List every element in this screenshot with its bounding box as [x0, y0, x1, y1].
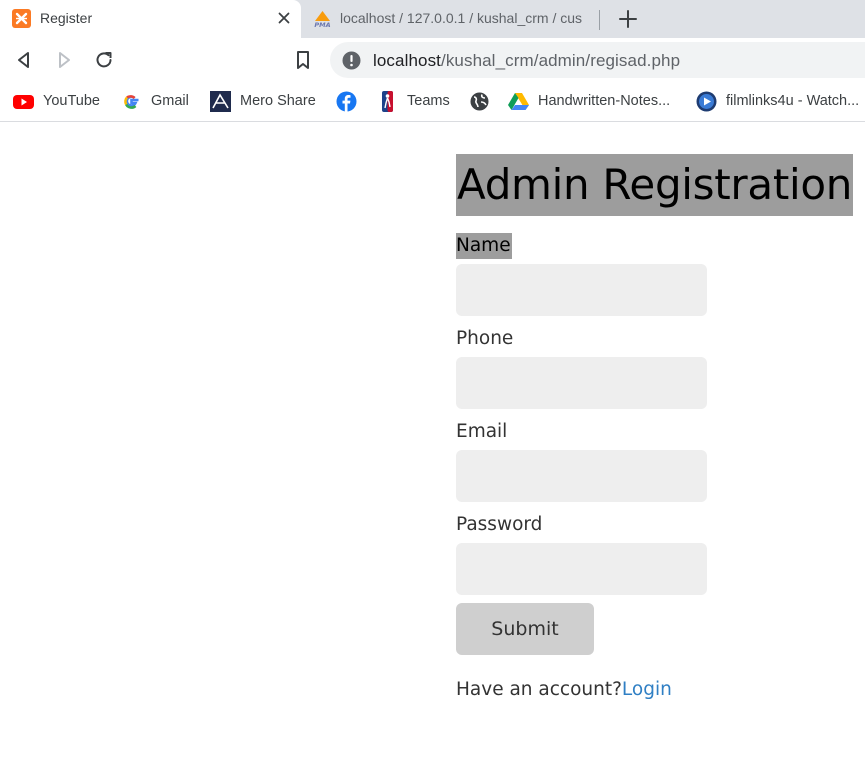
password-label: Password: [456, 514, 543, 535]
bookmark-label: Gmail: [151, 93, 189, 109]
email-label: Email: [456, 421, 508, 442]
tab-separator: [599, 10, 600, 30]
name-field[interactable]: [456, 264, 707, 316]
bookmark-label: Mero Share: [240, 93, 316, 109]
bookmark-teams[interactable]: Teams: [377, 90, 450, 112]
filmlinks-icon: [696, 91, 717, 111]
back-icon[interactable]: [13, 49, 35, 71]
url-path: /kushal_crm/admin/regisad.php: [441, 51, 681, 70]
youtube-icon: [13, 94, 34, 109]
account-prompt-text: Have an account?: [456, 679, 622, 700]
page-content: Admin Registration Name Phone Email Pass…: [0, 123, 865, 759]
submit-button[interactable]: Submit: [456, 603, 594, 655]
bookmark-handwritten-notes[interactable]: Handwritten-Notes...: [508, 90, 670, 112]
url-host: localhost: [373, 51, 441, 70]
phone-label: Phone: [456, 328, 514, 349]
account-prompt: Have an account?Login: [456, 677, 672, 703]
nba-icon: [382, 90, 393, 112]
google-drive-icon: [508, 92, 529, 110]
bookmark-facebook[interactable]: [336, 90, 366, 112]
google-icon: [124, 94, 139, 109]
globe-icon: [470, 92, 489, 110]
tab-strip: Register PMA localhost / 127.0.0.1 / kus…: [0, 0, 865, 38]
facebook-icon: [336, 91, 357, 112]
phone-field[interactable]: [456, 357, 707, 409]
tab-register[interactable]: Register: [0, 0, 301, 38]
reload-icon[interactable]: [93, 49, 115, 71]
bookmark-label: YouTube: [43, 93, 100, 109]
not-secure-info-icon[interactable]: [342, 51, 361, 70]
address-bar[interactable]: localhost/kushal_crm/admin/regisad.php: [330, 42, 865, 78]
phpmyadmin-icon: PMA: [314, 11, 331, 28]
bookmark-filmlinks[interactable]: filmlinks4u - Watch...: [696, 90, 859, 112]
bookmark-icon[interactable]: [292, 49, 314, 71]
meroshare-icon: [210, 90, 231, 112]
bookmark-label: filmlinks4u - Watch...: [726, 93, 860, 109]
tab-title: localhost / 127.0.0.1 / kushal_crm / cus: [340, 10, 583, 26]
tab-phpmyadmin[interactable]: PMA localhost / 127.0.0.1 / kushal_crm /…: [301, 0, 601, 38]
url-text[interactable]: localhost/kushal_crm/admin/regisad.php: [373, 51, 680, 71]
tab-title: Register: [40, 10, 93, 26]
new-tab-icon[interactable]: [617, 8, 639, 30]
name-label: Name: [456, 233, 512, 259]
bookmark-mero-share[interactable]: Mero Share: [210, 90, 316, 112]
page-title: Admin Registration: [456, 154, 853, 216]
login-link[interactable]: Login: [622, 679, 672, 700]
browser-toolbar: localhost/kushal_crm/admin/regisad.php: [0, 38, 865, 82]
close-icon[interactable]: [276, 10, 292, 26]
svg-text:PMA: PMA: [314, 21, 330, 28]
xampp-icon: [12, 9, 31, 28]
bookmark-youtube[interactable]: YouTube: [13, 90, 100, 112]
forward-icon[interactable]: [53, 49, 75, 71]
email-field[interactable]: [456, 450, 707, 502]
bookmark-gmail[interactable]: Gmail: [121, 90, 189, 112]
bookmarks-bar: YouTube Gmail Mero Share Teams Handwritt…: [0, 82, 865, 122]
password-field[interactable]: [456, 543, 707, 595]
bookmark-globe[interactable]: [469, 90, 499, 112]
bookmark-label: Handwritten-Notes...: [538, 93, 671, 109]
bookmark-label: Teams: [407, 93, 450, 109]
